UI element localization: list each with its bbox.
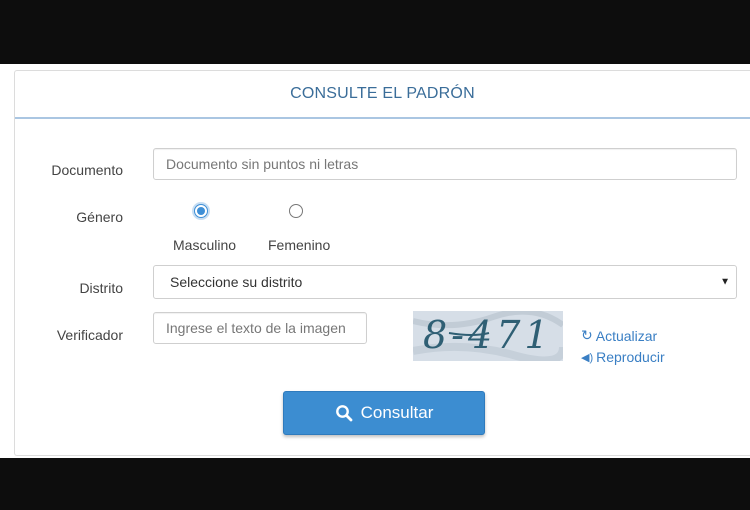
consultar-button[interactable]: Consultar bbox=[283, 391, 485, 435]
distrito-select-value: Seleccione su distrito bbox=[170, 274, 303, 290]
distrito-select[interactable]: Seleccione su distrito ▼ bbox=[153, 265, 737, 299]
reproducir-link[interactable]: ◀) Reproducir bbox=[581, 349, 665, 365]
genero-femenino-radio[interactable] bbox=[289, 204, 303, 218]
genero-masculino-label[interactable]: Masculino bbox=[173, 237, 236, 253]
panel-heading: CONSULTE EL PADRÓN bbox=[15, 71, 750, 119]
actualizar-label: Actualizar bbox=[595, 327, 658, 344]
documento-label: Documento bbox=[51, 162, 123, 178]
verificador-label: Verificador bbox=[56, 327, 123, 343]
genero-femenino-label[interactable]: Femenino bbox=[268, 237, 330, 253]
distrito-label: Distrito bbox=[79, 280, 123, 296]
caret-down-icon: ▼ bbox=[720, 276, 730, 288]
consultar-label: Consultar bbox=[360, 403, 434, 422]
captcha-text: 8-471 bbox=[423, 313, 553, 357]
search-icon bbox=[335, 405, 353, 422]
refresh-icon: ↻ bbox=[581, 327, 593, 343]
genero-label: Género bbox=[76, 209, 123, 225]
padron-panel: CONSULTE EL PADRÓN Documento Género Masc… bbox=[14, 70, 750, 456]
verificador-input[interactable] bbox=[153, 312, 367, 344]
page: CONSULTE EL PADRÓN Documento Género Masc… bbox=[0, 64, 750, 458]
volume-icon: ◀) bbox=[581, 351, 594, 364]
captcha-image: 8-471 bbox=[413, 311, 563, 361]
documento-input[interactable] bbox=[153, 148, 737, 180]
genero-masculino-radio[interactable] bbox=[194, 204, 208, 218]
reproducir-label: Reproducir bbox=[596, 349, 665, 365]
actualizar-link[interactable]: ↻ Actualizar bbox=[581, 327, 657, 344]
panel-title: CONSULTE EL PADRÓN bbox=[290, 85, 475, 102]
